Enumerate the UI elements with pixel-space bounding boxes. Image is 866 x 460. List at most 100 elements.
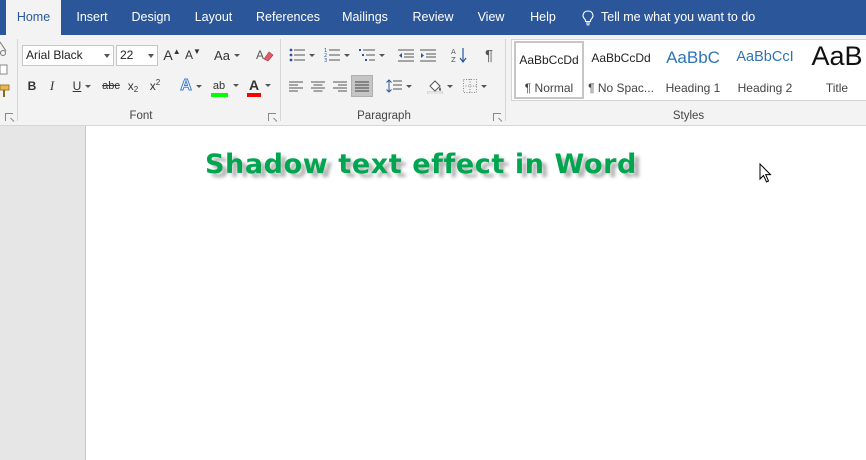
highlight-swatch — [210, 93, 229, 97]
svg-text:Z: Z — [451, 56, 456, 63]
style-name: ¶ Normal — [524, 81, 574, 95]
decrease-indent-icon — [398, 49, 414, 61]
style-preview: AaBbCcDd — [519, 53, 579, 67]
font-color-icon: A — [248, 77, 260, 93]
lightbulb-icon — [582, 10, 594, 26]
paint-bucket-icon — [427, 79, 443, 94]
font-group-label: Font — [129, 110, 153, 122]
font-dialog-launcher[interactable] — [268, 113, 276, 121]
change-case-icon: Aa — [214, 47, 230, 63]
ribbon-home: Arial Black 22 A ▲ A ▼ Aa A B I U abc x2 x… — [0, 35, 866, 126]
style-normal[interactable]: AaBbCcDd ¶ Normal — [514, 41, 584, 99]
style-preview: AaBbC — [666, 48, 720, 67]
group-separator — [17, 39, 18, 121]
superscript-button[interactable]: x2 — [146, 75, 164, 97]
document-page[interactable]: Shadow text effect in Word — [85, 126, 866, 460]
tab-view[interactable]: View — [469, 0, 513, 35]
tab-layout[interactable]: Layout — [184, 0, 243, 35]
font-name-value: Arial Black — [26, 48, 83, 62]
grow-font-button[interactable]: A ▲ — [163, 44, 181, 66]
styles-gallery: AaBbCcDd ¶ Normal AaBbCcDd ¶ No Spac... … — [511, 39, 866, 101]
font-name-combo[interactable]: Arial Black — [22, 45, 114, 66]
align-left-icon — [289, 81, 303, 91]
style-name: Heading 1 — [665, 81, 721, 95]
bold-button[interactable]: B — [24, 75, 40, 97]
multilevel-list-icon — [359, 49, 375, 61]
style-name: Heading 2 — [737, 81, 793, 95]
underline-icon: U — [72, 79, 82, 93]
superscript-mark: 2 — [155, 78, 161, 87]
text-effects-button[interactable]: A — [176, 75, 206, 97]
document-canvas: Shadow text effect in Word — [0, 126, 866, 460]
line-spacing-button[interactable] — [384, 75, 414, 97]
style-heading-2[interactable]: AaBbCcI Heading 2 — [730, 41, 800, 99]
tab-mailings[interactable]: Mailings — [333, 0, 397, 35]
tell-me-search[interactable]: Tell me what you want to do — [582, 0, 755, 35]
style-preview: AaBbCcI — [736, 49, 794, 65]
increase-indent-icon — [420, 49, 436, 61]
pilcrow-icon: ¶ — [484, 46, 494, 64]
format-painter-icon[interactable] — [0, 84, 11, 98]
eraser-icon: A — [256, 48, 274, 62]
chevron-down-icon[interactable] — [148, 54, 154, 58]
show-formatting-button[interactable]: ¶ — [480, 44, 498, 66]
mouse-pointer-icon — [759, 163, 772, 183]
style-preview: AaB — [811, 41, 863, 71]
style-title[interactable]: AaB Title — [802, 41, 866, 99]
bullet-list-icon — [289, 48, 305, 62]
tab-home[interactable]: Home — [6, 0, 61, 35]
sort-icon: A Z — [451, 48, 467, 63]
bold-icon: B — [27, 79, 37, 93]
increase-indent-button[interactable] — [418, 44, 438, 66]
line-spacing-icon — [386, 79, 402, 93]
group-separator — [505, 39, 506, 121]
tell-me-label: Tell me what you want to do — [601, 10, 756, 24]
multilevel-list-button[interactable] — [356, 44, 388, 66]
italic-button[interactable]: I — [44, 75, 60, 97]
numbering-button[interactable]: 1 2 3 — [321, 44, 353, 66]
sort-button[interactable]: A Z — [449, 44, 469, 66]
font-size-combo[interactable]: 22 — [116, 45, 158, 66]
tab-insert[interactable]: Insert — [66, 0, 118, 35]
justify-button[interactable] — [351, 75, 373, 97]
align-right-icon — [333, 81, 347, 91]
highlight-color-button[interactable]: ab — [210, 74, 242, 97]
paragraph-group-label: Paragraph — [357, 110, 411, 122]
style-heading-1[interactable]: AaBbC Heading 1 — [658, 41, 728, 99]
tab-review[interactable]: Review — [402, 0, 464, 35]
subscript-mark: 2 — [133, 85, 139, 94]
align-right-button[interactable] — [330, 75, 350, 97]
borders-button[interactable] — [459, 75, 491, 97]
style-no-spacing[interactable]: AaBbCcDd ¶ No Spac... — [586, 41, 656, 99]
paragraph-dialog-launcher[interactable] — [493, 113, 501, 121]
font-color-button[interactable]: A — [245, 74, 275, 97]
change-case-button[interactable]: Aa — [212, 44, 242, 66]
align-center-button[interactable] — [308, 75, 328, 97]
italic-icon: I — [49, 78, 55, 93]
strikethrough-button[interactable]: abc — [101, 75, 121, 97]
style-preview: AaBbCcDd — [591, 51, 651, 65]
clipboard-dialog-launcher[interactable] — [5, 113, 13, 121]
tab-help[interactable]: Help — [518, 0, 568, 35]
bullets-button[interactable] — [286, 44, 318, 66]
chevron-down-icon[interactable] — [104, 54, 110, 58]
subscript-button[interactable]: x2 — [124, 75, 142, 97]
style-name: Title — [825, 81, 849, 95]
align-left-button[interactable] — [286, 75, 306, 97]
clear-formatting-button[interactable]: A — [255, 44, 275, 66]
tab-design[interactable]: Design — [123, 0, 179, 35]
shadow-heading-text[interactable]: Shadow text effect in Word — [205, 149, 637, 180]
shrink-font-button[interactable]: A ▼ — [184, 44, 202, 66]
justify-icon — [355, 81, 369, 91]
decrease-indent-button[interactable] — [396, 44, 416, 66]
grow-font-icon: A — [163, 47, 173, 63]
shrink-font-icon: A — [185, 48, 194, 62]
styles-group-label: Styles — [672, 110, 705, 122]
shading-button[interactable] — [424, 75, 456, 97]
font-color-swatch — [246, 93, 262, 97]
copy-icon[interactable] — [0, 64, 9, 76]
svg-text:A: A — [451, 48, 456, 56]
group-separator — [280, 39, 281, 121]
tab-references[interactable]: References — [248, 0, 328, 35]
underline-button[interactable]: U — [66, 75, 98, 97]
